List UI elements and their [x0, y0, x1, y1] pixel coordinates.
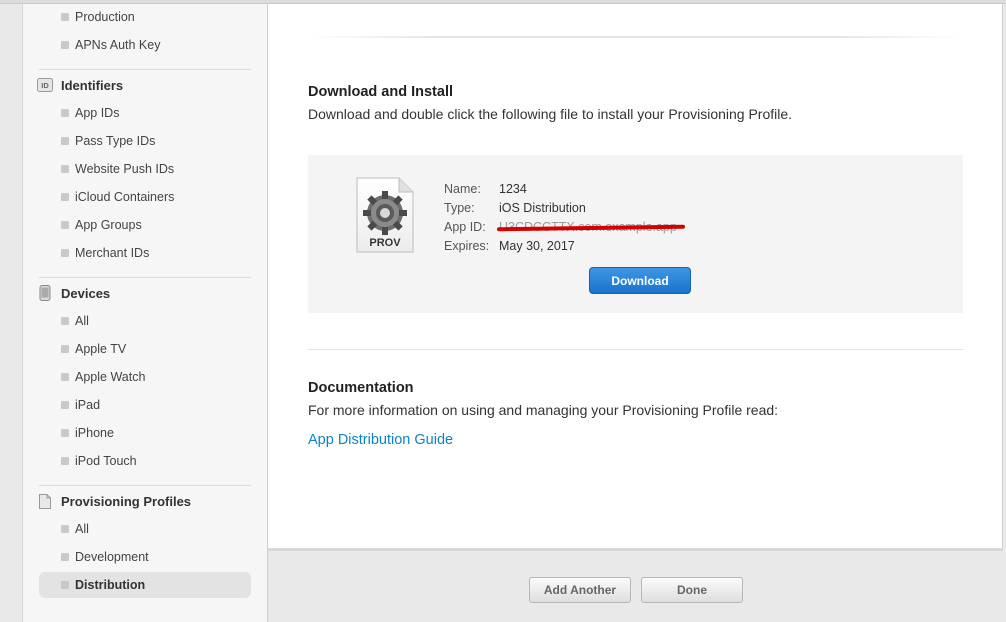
sidebar: Production APNs Auth Key ID Identifiers … [22, 4, 268, 622]
sidebar-item-profiles-all[interactable]: All [39, 516, 251, 542]
sidebar-item-iphone[interactable]: iPhone [39, 420, 251, 446]
sidebar-item-label: All [75, 314, 89, 328]
sidebar-item-pass-type-ids[interactable]: Pass Type IDs [39, 128, 251, 154]
sidebar-item-ipod-touch[interactable]: iPod Touch [39, 448, 251, 474]
detail-key: Expires: [444, 238, 490, 253]
sidebar-item-label: Website Push IDs [75, 162, 175, 176]
bullet-icon [61, 137, 69, 145]
sidebar-section-title: Provisioning Profiles [61, 493, 192, 509]
detail-key: App ID: [444, 219, 486, 234]
provisioning-profile-file-icon: PROV [356, 177, 414, 253]
sidebar-item-label: Production [75, 10, 135, 24]
sidebar-item-label: iPod Touch [75, 454, 137, 468]
sidebar-item-website-push-ids[interactable]: Website Push IDs [39, 156, 251, 182]
sidebar-divider [39, 69, 251, 70]
bullet-icon [61, 221, 69, 229]
sidebar-divider [39, 277, 251, 278]
sidebar-item-label: Apple TV [75, 342, 127, 356]
documentation-section-title: Documentation [308, 380, 414, 396]
sidebar-section-identifiers[interactable]: ID Identifiers [37, 74, 123, 96]
detail-key: Name: [444, 181, 481, 196]
sidebar-item-apns-auth-key[interactable]: APNs Auth Key [39, 32, 251, 58]
sidebar-item-merchant-ids[interactable]: Merchant IDs [39, 240, 251, 266]
sidebar-item-label: All [75, 522, 89, 536]
bullet-icon [61, 13, 69, 21]
sidebar-item-label: App IDs [75, 106, 120, 120]
bullet-icon [61, 429, 69, 437]
sidebar-item-label: iPad [75, 398, 101, 412]
sidebar-item-label: Pass Type IDs [75, 134, 156, 148]
detail-row-type: Type: iOS Distribution [444, 198, 677, 217]
sidebar-item-devices-all[interactable]: All [39, 308, 251, 334]
detail-value: May 30, 2017 [499, 238, 575, 253]
bullet-icon [61, 193, 69, 201]
bullet-icon [61, 109, 69, 117]
download-description: Download and double click the following … [308, 106, 793, 122]
documentation-description: For more information on using and managi… [308, 402, 779, 418]
bullet-icon [61, 457, 69, 465]
done-button[interactable]: Done [641, 577, 743, 603]
sidebar-item-label: iCloud Containers [75, 190, 175, 204]
bullet-icon [61, 525, 69, 533]
bullet-icon [61, 553, 69, 561]
bullet-icon [61, 581, 69, 589]
bullet-icon [61, 317, 69, 325]
sidebar-item-label: Distribution [75, 578, 146, 592]
detail-row-name: Name: 1234 [444, 179, 677, 198]
download-button[interactable]: Download [589, 267, 691, 294]
sidebar-item-development[interactable]: Development [39, 544, 251, 570]
section-divider [308, 349, 963, 350]
device-icon [37, 285, 53, 301]
sidebar-item-label: iPhone [75, 426, 114, 440]
sidebar-section-title: Identifiers [61, 77, 124, 93]
bullet-icon [61, 41, 69, 49]
profile-details: Name: 1234 Type: iOS Distribution App ID… [444, 179, 677, 255]
redacted-app-id: U3CDCCTTX.com.example.app [499, 219, 677, 234]
top-divider [308, 36, 963, 38]
detail-key: Type: [444, 200, 475, 215]
app-distribution-guide-link[interactable]: App Distribution Guide [308, 432, 453, 448]
prov-icon-label: PROV [369, 237, 401, 249]
sidebar-item-label: App Groups [75, 218, 142, 232]
detail-value: 1234 [499, 181, 527, 196]
sidebar-item-label: Merchant IDs [75, 246, 150, 260]
sidebar-item-ipad[interactable]: iPad [39, 392, 251, 418]
add-another-button[interactable]: Add Another [529, 577, 631, 603]
sidebar-item-apple-watch[interactable]: Apple Watch [39, 364, 251, 390]
sidebar-item-label: Apple Watch [75, 370, 146, 384]
sidebar-section-provisioning-profiles[interactable]: Provisioning Profiles [37, 490, 191, 512]
bullet-icon [61, 249, 69, 257]
sidebar-item-app-ids[interactable]: App IDs [39, 100, 251, 126]
download-section-title: Download and Install [308, 84, 454, 100]
document-icon [37, 493, 53, 509]
bullet-icon [61, 401, 69, 409]
sidebar-item-label: APNs Auth Key [75, 38, 161, 52]
sidebar-divider [39, 485, 251, 486]
bullet-icon [61, 373, 69, 381]
bullet-icon [61, 345, 69, 353]
detail-value: iOS Distribution [499, 200, 586, 215]
sidebar-item-distribution[interactable]: Distribution [39, 572, 251, 598]
sidebar-item-app-groups[interactable]: App Groups [39, 212, 251, 238]
detail-row-app-id: App ID: U3CDCCTTX.com.example.app [444, 217, 677, 236]
detail-row-expires: Expires: May 30, 2017 [444, 236, 677, 255]
sidebar-item-icloud-containers[interactable]: iCloud Containers [39, 184, 251, 210]
bullet-icon [61, 165, 69, 173]
svg-text:ID: ID [41, 81, 49, 90]
main-panel: Download and Install Download and double… [268, 4, 1003, 551]
sidebar-item-production[interactable]: Production [39, 4, 251, 30]
sidebar-section-title: Devices [61, 285, 111, 301]
id-icon: ID [37, 77, 53, 93]
sidebar-item-apple-tv[interactable]: Apple TV [39, 336, 251, 362]
profile-card: PROV Name: 1234 Type: iOS Distribution A… [308, 155, 963, 313]
sidebar-item-label: Development [75, 550, 149, 564]
sidebar-section-devices[interactable]: Devices [37, 282, 110, 304]
